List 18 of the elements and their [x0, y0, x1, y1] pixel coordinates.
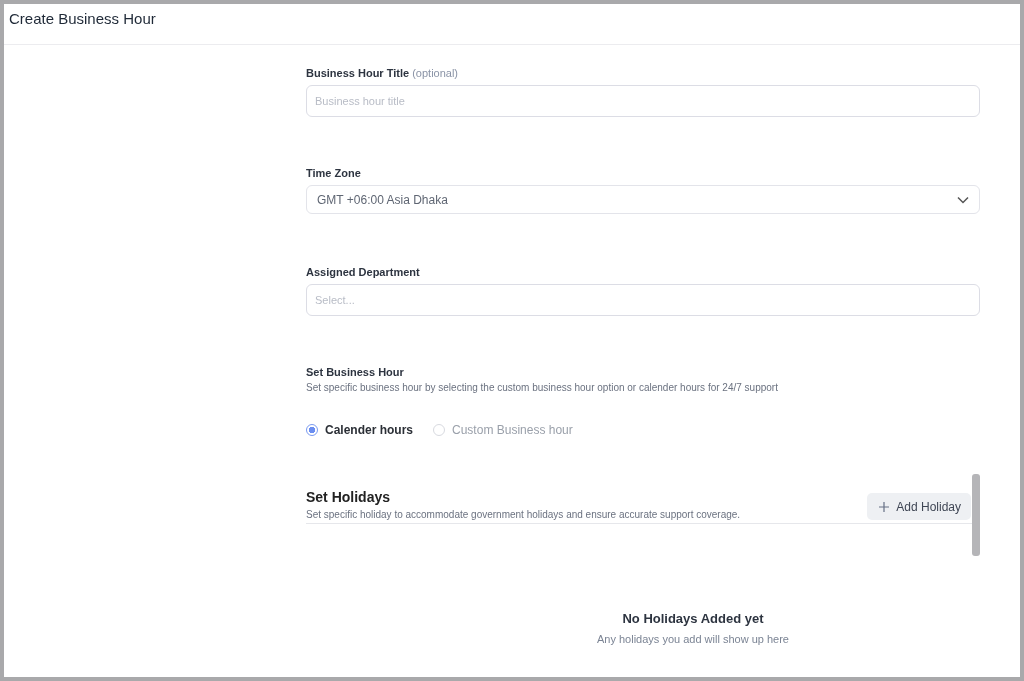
- plus-icon: [879, 501, 890, 512]
- section-description: Set specific business hour by selecting the custom business hour option or calender hours for 24/7 support: [306, 382, 779, 393]
- empty-state-text: Any holidays you add will show up here: [596, 633, 790, 645]
- radio-option[interactable]: Calender hours: [306, 423, 414, 437]
- section-description: Set specific holiday to accommodate government holidays and ensure accurate support coverage.: [306, 509, 741, 520]
- field-label: Business Hour Title (optional): [306, 67, 460, 79]
- chevron-down-icon: [957, 195, 969, 204]
- section-title: Set Business Hour: [306, 366, 405, 378]
- add-holiday-button[interactable]: Add Holiday: [867, 493, 971, 520]
- page-title: Create Business Hour: [9, 10, 156, 27]
- field-label: Assigned Department: [306, 266, 421, 278]
- empty-state-title: No Holidays Added yet: [622, 611, 764, 626]
- input-field[interactable]: Select...: [306, 284, 980, 316]
- section-title: Set Holidays: [306, 489, 392, 505]
- time-zone-select[interactable]: GMT +06:00 Asia Dhaka: [306, 185, 980, 214]
- input-field[interactable]: Business hour title: [306, 85, 980, 117]
- field-label: Time Zone: [306, 167, 362, 179]
- scrollbar-thumb[interactable]: [972, 474, 980, 556]
